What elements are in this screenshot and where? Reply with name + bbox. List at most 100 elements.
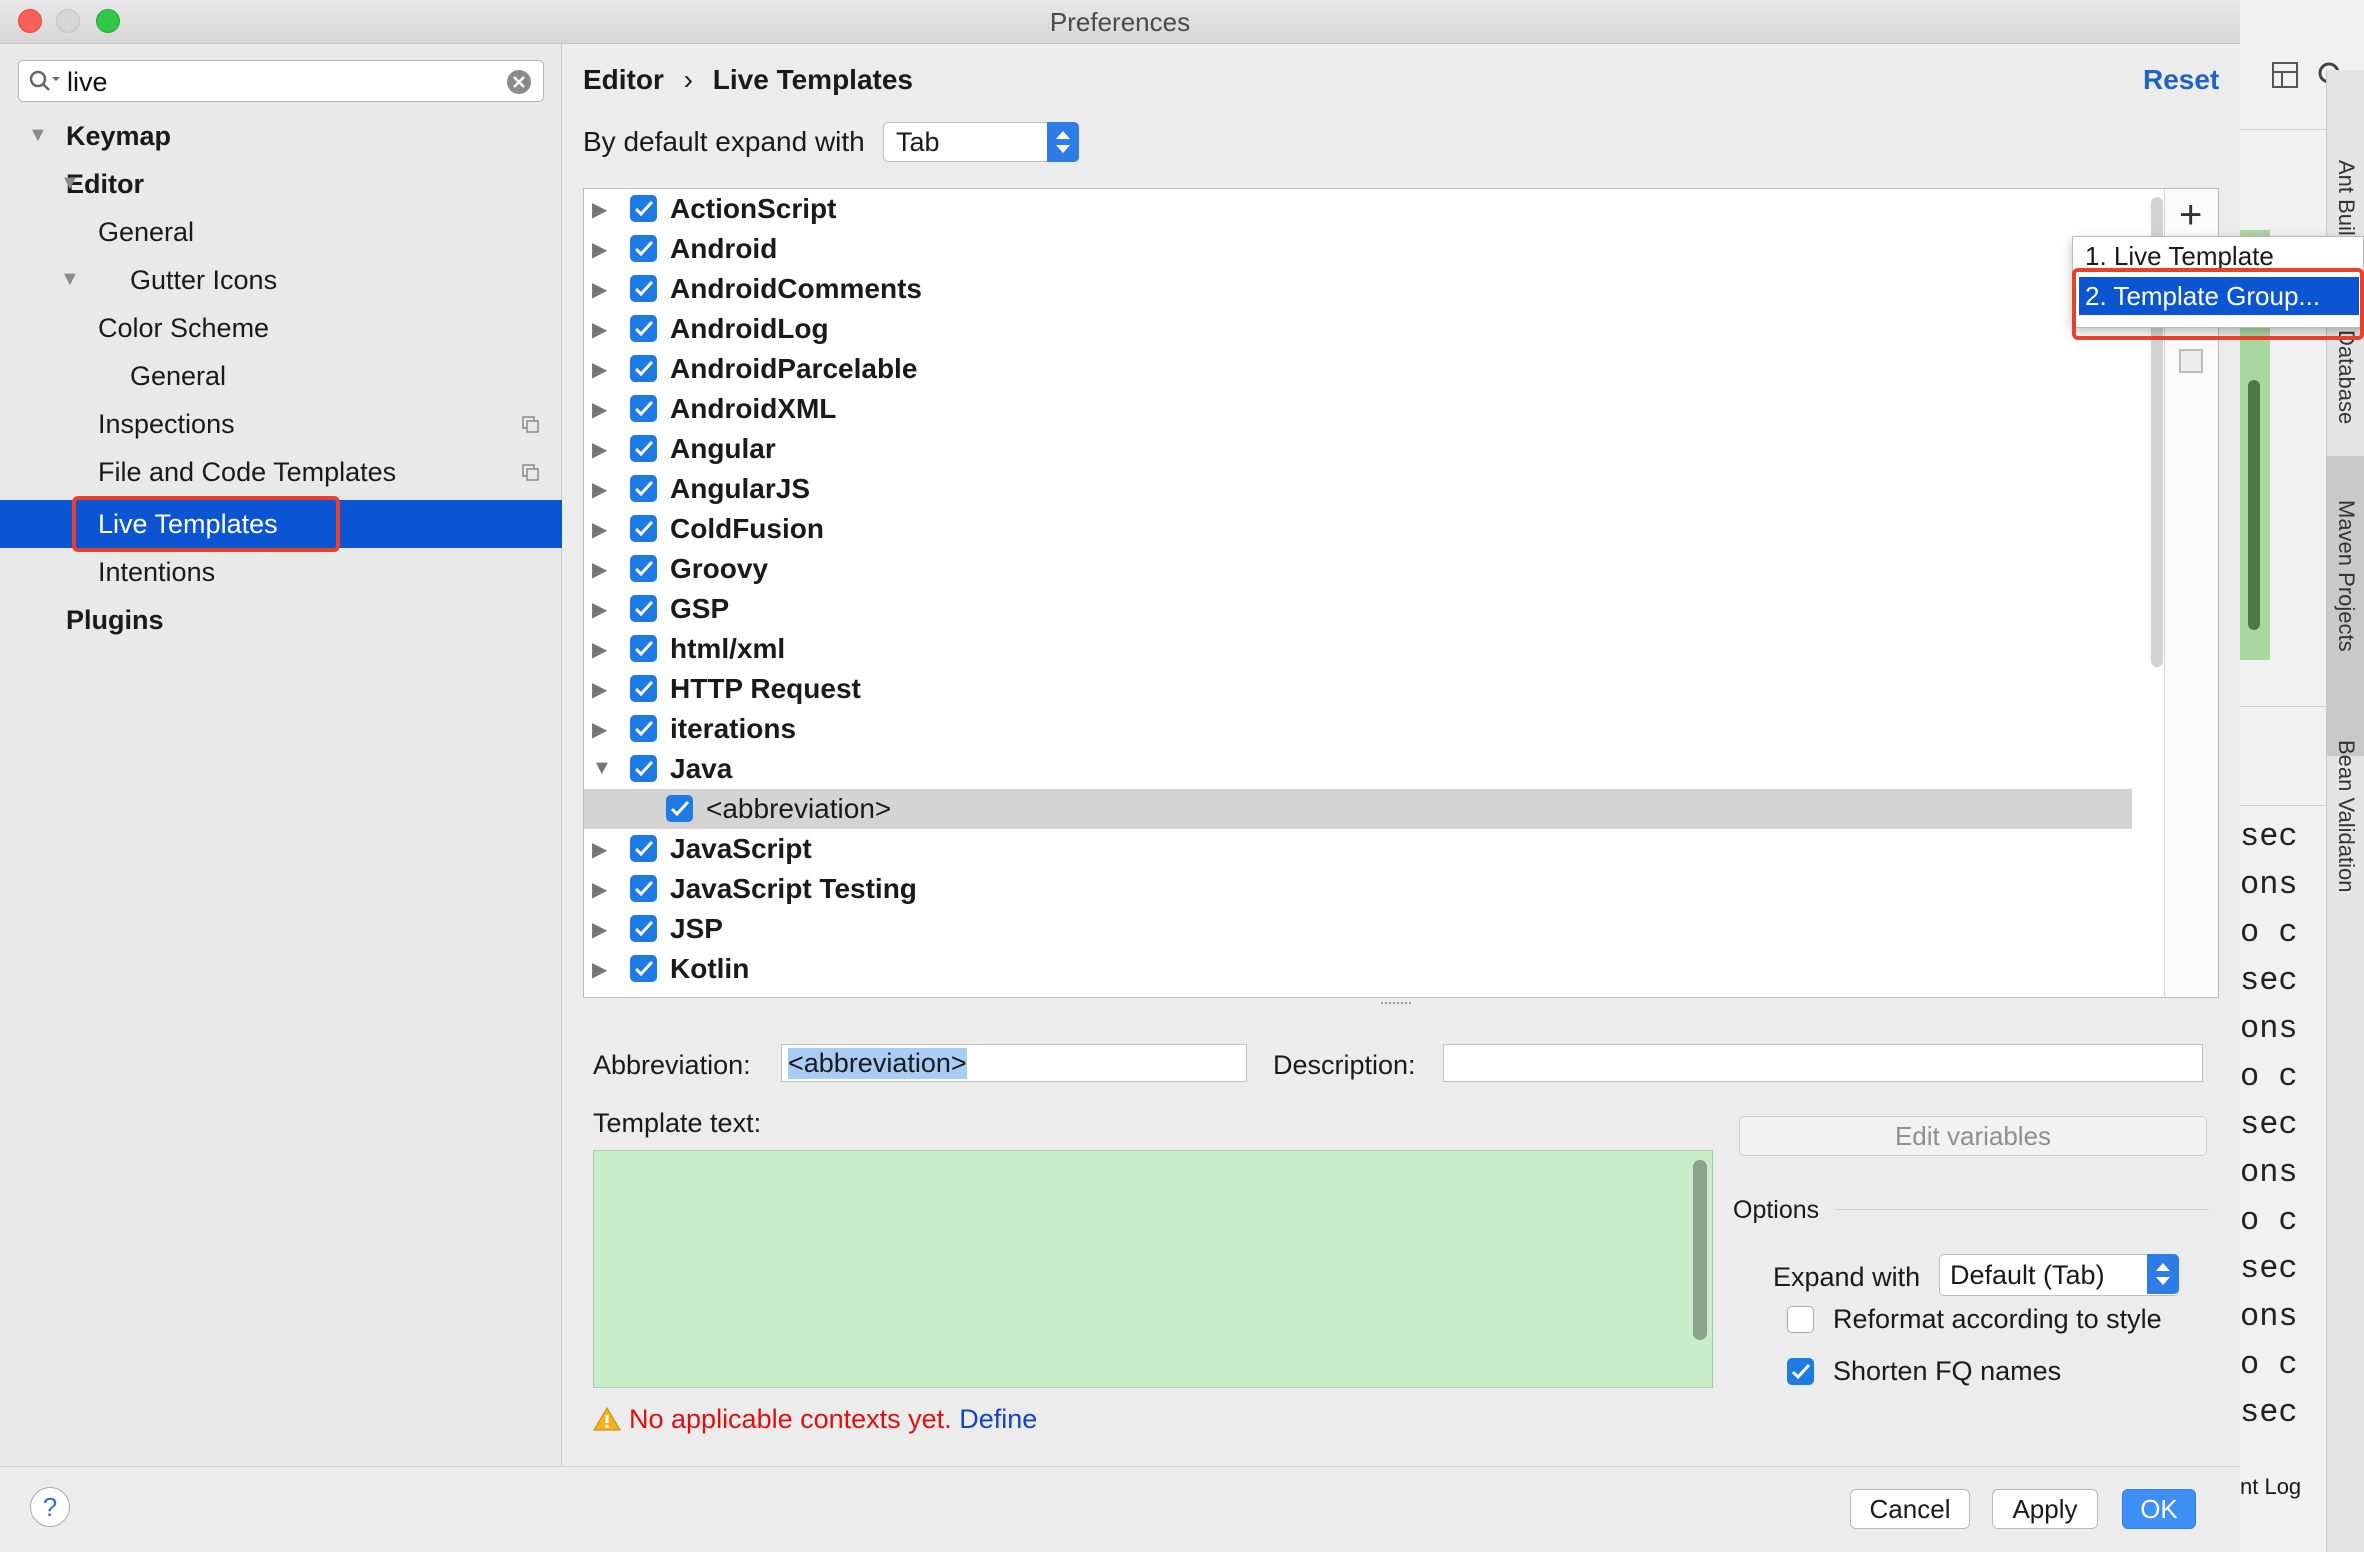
expand-arrow-icon[interactable]: ▶ <box>592 317 607 342</box>
template-group-row[interactable]: ▼ Java <box>584 749 2134 789</box>
template-group-row[interactable]: ▶ ColdFusion <box>584 509 2134 549</box>
template-group-row[interactable]: ▶ AngularJS <box>584 469 2134 509</box>
expand-arrow-icon[interactable]: ▶ <box>592 917 607 942</box>
group-checkbox[interactable] <box>630 435 657 462</box>
template-group-row[interactable]: ▶ AndroidParcelable <box>584 349 2134 389</box>
sidebar-item-plugins[interactable]: Plugins <box>66 600 164 640</box>
expand-arrow-icon[interactable]: ▶ <box>592 877 607 902</box>
collapse-editor-icon[interactable]: ▼ <box>28 124 48 147</box>
sidebar-item-color-scheme-general[interactable]: General <box>130 356 226 396</box>
edit-variables-button[interactable]: Edit variables <box>1739 1116 2207 1156</box>
sidebar-item-color-scheme[interactable]: Color Scheme <box>98 308 269 348</box>
template-group-row[interactable]: ▶ AndroidLog <box>584 309 2134 349</box>
expand-arrow-icon[interactable]: ▶ <box>592 277 607 302</box>
group-checkbox[interactable] <box>630 395 657 422</box>
add-icon[interactable]: + <box>2179 193 2202 238</box>
apply-button[interactable]: Apply <box>1992 1489 2098 1529</box>
template-group-row[interactable]: ▶ Groovy <box>584 549 2134 589</box>
expand-arrow-icon[interactable]: ▶ <box>592 557 607 582</box>
template-group-row[interactable]: ▶ Android <box>584 229 2134 269</box>
group-checkbox[interactable] <box>630 595 657 622</box>
template-group-row[interactable]: ▶ Angular <box>584 429 2134 469</box>
expand-arrow-icon[interactable]: ▶ <box>592 637 607 662</box>
bean-validation-tab[interactable]: Bean Validation <box>2333 740 2359 893</box>
template-group-row[interactable]: ▶ JSP <box>584 909 2134 949</box>
reformat-checkbox[interactable] <box>1787 1306 1814 1333</box>
structure-icon[interactable] <box>2270 60 2300 90</box>
expand-arrow-icon[interactable]: ▶ <box>592 397 607 422</box>
search-input[interactable]: live <box>67 67 108 98</box>
template-scrollbar[interactable] <box>1693 1160 1707 1340</box>
group-checkbox[interactable] <box>630 875 657 902</box>
sidebar-item-file-code-templates[interactable]: File and Code Templates <box>98 452 396 492</box>
group-checkbox[interactable] <box>630 915 657 942</box>
sidebar-item-inspections[interactable]: Inspections <box>98 404 235 444</box>
ide-scrollbar[interactable] <box>2248 380 2260 630</box>
group-checkbox[interactable] <box>630 715 657 742</box>
collapse-general-icon[interactable]: ▼ <box>60 172 80 195</box>
group-checkbox[interactable] <box>630 755 657 782</box>
group-checkbox[interactable] <box>630 235 657 262</box>
group-checkbox[interactable] <box>630 555 657 582</box>
collapse-arrow-icon[interactable]: ▼ <box>592 757 612 780</box>
template-text-editor[interactable] <box>593 1150 1713 1388</box>
group-checkbox[interactable] <box>630 675 657 702</box>
expand-arrow-icon[interactable]: ▶ <box>592 437 607 462</box>
ant-build-tab[interactable]: Ant Buil <box>2333 160 2359 236</box>
help-button[interactable]: ? <box>30 1487 70 1527</box>
template-group-row[interactable]: ▶ JavaScript <box>584 829 2134 869</box>
group-checkbox[interactable] <box>630 635 657 662</box>
group-checkbox[interactable] <box>630 355 657 382</box>
ok-button[interactable]: OK <box>2122 1489 2196 1529</box>
shorten-fq-checkbox[interactable] <box>1787 1358 1814 1385</box>
cancel-button[interactable]: Cancel <box>1850 1489 1970 1529</box>
template-row[interactable]: <abbreviation> <box>584 789 2132 829</box>
database-tab[interactable]: Database <box>2333 330 2359 424</box>
group-checkbox[interactable] <box>630 515 657 542</box>
sidebar-item-intentions[interactable]: Intentions <box>98 552 215 592</box>
expand-arrow-icon[interactable]: ▶ <box>592 677 607 702</box>
template-group-row[interactable]: ▶ JavaScript Testing <box>584 869 2134 909</box>
template-icon[interactable] <box>2179 349 2203 373</box>
sidebar-item-keymap[interactable]: Keymap <box>66 116 171 156</box>
expand-arrow-icon[interactable]: ▶ <box>592 517 607 542</box>
sidebar-item-gutter-icons[interactable]: Gutter Icons <box>130 260 277 300</box>
template-group-row[interactable]: ▶ AndroidComments <box>584 269 2134 309</box>
search-field[interactable]: live <box>18 60 544 102</box>
expand-arrow-icon[interactable]: ▶ <box>592 597 607 622</box>
template-group-row[interactable]: ▶ iterations <box>584 709 2134 749</box>
expand-arrow-icon[interactable]: ▶ <box>592 197 607 222</box>
expand-arrow-icon[interactable]: ▶ <box>592 837 607 862</box>
group-checkbox[interactable] <box>630 195 657 222</box>
expand-arrow-icon[interactable]: ▶ <box>592 717 607 742</box>
template-checkbox[interactable] <box>666 795 693 822</box>
group-checkbox[interactable] <box>630 275 657 302</box>
abbreviation-field[interactable]: <abbreviation> <box>781 1044 1247 1082</box>
expand-arrow-icon[interactable]: ▶ <box>592 357 607 382</box>
expand-arrow-icon[interactable]: ▶ <box>592 957 607 982</box>
default-expand-select[interactable]: Tab <box>883 122 1079 162</box>
group-checkbox[interactable] <box>630 955 657 982</box>
reset-link[interactable]: Reset <box>2143 64 2219 96</box>
template-group-row[interactable]: ▶ AndroidXML <box>584 389 2134 429</box>
template-group-row[interactable]: ▶ ActionScript <box>584 189 2134 229</box>
group-checkbox[interactable] <box>630 835 657 862</box>
group-checkbox[interactable] <box>630 315 657 342</box>
description-field[interactable] <box>1443 1044 2203 1082</box>
template-group-row[interactable]: ▶ Kotlin <box>584 949 2134 989</box>
default-expand-label: By default expand with <box>583 126 865 157</box>
clear-search-icon[interactable] <box>505 68 533 96</box>
template-group-row[interactable]: ▶ html/xml <box>584 629 2134 669</box>
event-log-tab[interactable]: nt Log <box>2240 1474 2301 1500</box>
template-group-row[interactable]: ▶ HTTP Request <box>584 669 2134 709</box>
group-checkbox[interactable] <box>630 475 657 502</box>
expand-arrow-icon[interactable]: ▶ <box>592 477 607 502</box>
splitter-handle[interactable] <box>1381 1002 1411 1006</box>
expand-with-select[interactable]: Default (Tab) <box>1939 1254 2179 1296</box>
collapse-color-scheme-icon[interactable]: ▼ <box>60 268 80 291</box>
maven-projects-tab[interactable]: Maven Projects <box>2333 500 2359 652</box>
sidebar-item-general[interactable]: General <box>98 212 194 252</box>
template-group-row[interactable]: ▶ GSP <box>584 589 2134 629</box>
define-link[interactable]: Define <box>959 1404 1037 1434</box>
expand-arrow-icon[interactable]: ▶ <box>592 237 607 262</box>
